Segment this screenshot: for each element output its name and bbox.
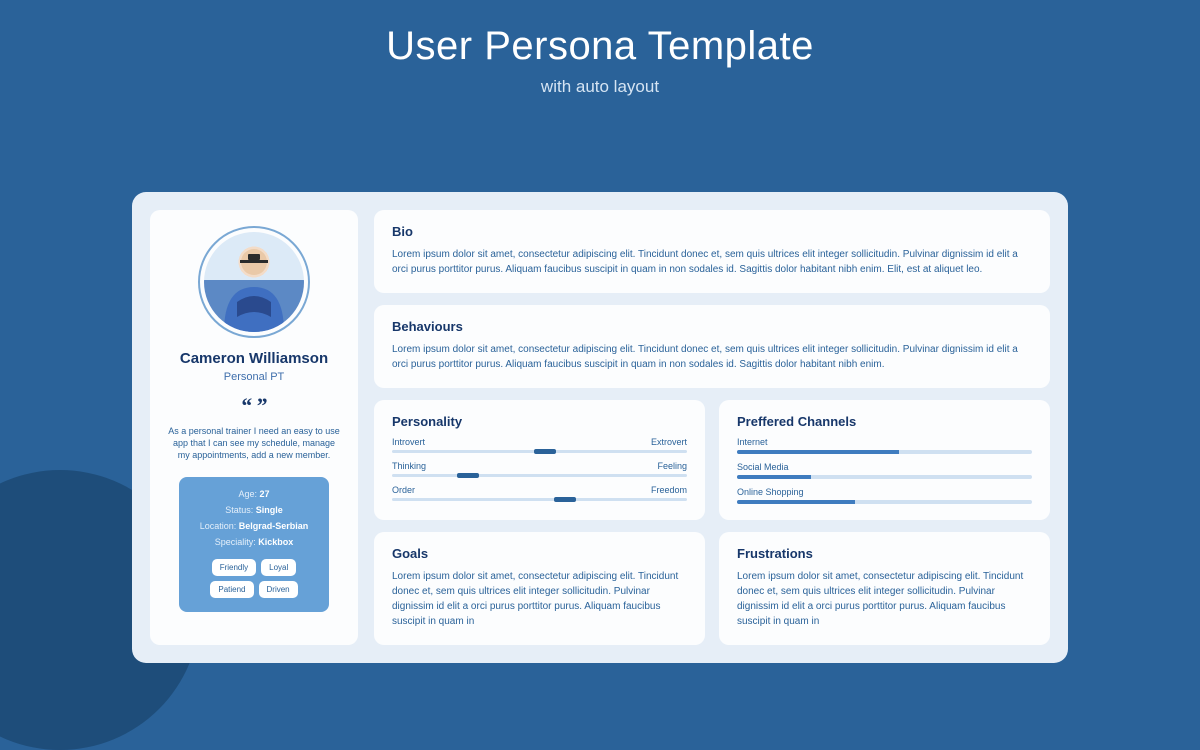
- info-value: Single: [256, 505, 283, 515]
- persona-sheet: Cameron Williamson Personal PT ‘‘ ’’ As …: [132, 192, 1068, 663]
- card-body: Lorem ipsum dolor sit amet, consectetur …: [392, 569, 687, 629]
- channel-fill: [737, 450, 899, 454]
- bio-card: Bio Lorem ipsum dolor sit amet, consecte…: [374, 210, 1050, 293]
- trait-row: Order Freedom: [392, 485, 687, 495]
- personality-card: Personality Introvert Extrovert Thinking…: [374, 400, 705, 520]
- trait-row: Introvert Extrovert: [392, 437, 687, 447]
- info-speciality: Speciality: Kickbox: [215, 537, 294, 547]
- channel-label: Social Media: [737, 462, 1032, 472]
- info-label: Age:: [238, 489, 257, 499]
- info-age: Age: 27: [238, 489, 269, 499]
- persona-details: Bio Lorem ipsum dolor sit amet, consecte…: [374, 210, 1050, 645]
- channels-card: Preffered Channels Internet Social Media…: [719, 400, 1050, 520]
- persona-profile-card: Cameron Williamson Personal PT ‘‘ ’’ As …: [150, 210, 358, 645]
- chip: Loyal: [261, 559, 296, 576]
- card-title: Frustrations: [737, 546, 1032, 561]
- trait-chips: Friendly Loyal Patiend Driven: [189, 559, 319, 598]
- chip: Patiend: [210, 581, 253, 598]
- info-value: 27: [260, 489, 270, 499]
- info-label: Status:: [225, 505, 253, 515]
- card-body: Lorem ipsum dolor sit amet, consectetur …: [392, 247, 1032, 277]
- trait-left-label: Order: [392, 485, 415, 495]
- info-status: Status: Single: [225, 505, 283, 515]
- card-title: Goals: [392, 546, 687, 561]
- card-body: Lorem ipsum dolor sit amet, consectetur …: [737, 569, 1032, 629]
- page-title: User Persona Template: [0, 24, 1200, 69]
- trait-bar: [392, 474, 687, 477]
- chip: Friendly: [212, 559, 256, 576]
- quote-icon: ‘‘ ’’: [241, 393, 268, 419]
- info-label: Speciality:: [215, 537, 256, 547]
- card-title: Personality: [392, 414, 687, 429]
- trait-thumb: [534, 449, 556, 454]
- card-title: Bio: [392, 224, 1032, 239]
- info-value: Belgrad-Serbian: [239, 521, 309, 531]
- frustrations-card: Frustrations Lorem ipsum dolor sit amet,…: [719, 532, 1050, 645]
- persona-quote: As a personal trainer I need an easy to …: [164, 425, 344, 461]
- channel-bar: [737, 475, 1032, 479]
- chip: Driven: [259, 581, 298, 598]
- trait-left-label: Thinking: [392, 461, 426, 471]
- channel-label: Internet: [737, 437, 1032, 447]
- avatar-ring: [198, 226, 310, 338]
- info-label: Location:: [200, 521, 237, 531]
- trait-row: Thinking Feeling: [392, 461, 687, 471]
- persona-info-box: Age: 27 Status: Single Location: Belgrad…: [179, 477, 329, 612]
- channel-fill: [737, 500, 855, 504]
- trait-right-label: Feeling: [657, 461, 687, 471]
- channel-bar: [737, 450, 1032, 454]
- info-value: Kickbox: [258, 537, 293, 547]
- trait-thumb: [554, 497, 576, 502]
- persona-role: Personal PT: [224, 371, 285, 383]
- trait-thumb: [457, 473, 479, 478]
- trait-bar: [392, 498, 687, 501]
- trait-right-label: Freedom: [651, 485, 687, 495]
- trait-right-label: Extrovert: [651, 437, 687, 447]
- card-title: Preffered Channels: [737, 414, 1032, 429]
- trait-left-label: Introvert: [392, 437, 425, 447]
- persona-name: Cameron Williamson: [180, 350, 328, 367]
- card-body: Lorem ipsum dolor sit amet, consectetur …: [392, 342, 1032, 372]
- channel-fill: [737, 475, 811, 479]
- channel-label: Online Shopping: [737, 487, 1032, 497]
- info-location: Location: Belgrad-Serbian: [200, 521, 309, 531]
- goals-card: Goals Lorem ipsum dolor sit amet, consec…: [374, 532, 705, 645]
- behaviours-card: Behaviours Lorem ipsum dolor sit amet, c…: [374, 305, 1050, 388]
- page-subtitle: with auto layout: [0, 77, 1200, 97]
- trait-bar: [392, 450, 687, 453]
- avatar-image: [204, 232, 304, 332]
- channel-bar: [737, 500, 1032, 504]
- card-title: Behaviours: [392, 319, 1032, 334]
